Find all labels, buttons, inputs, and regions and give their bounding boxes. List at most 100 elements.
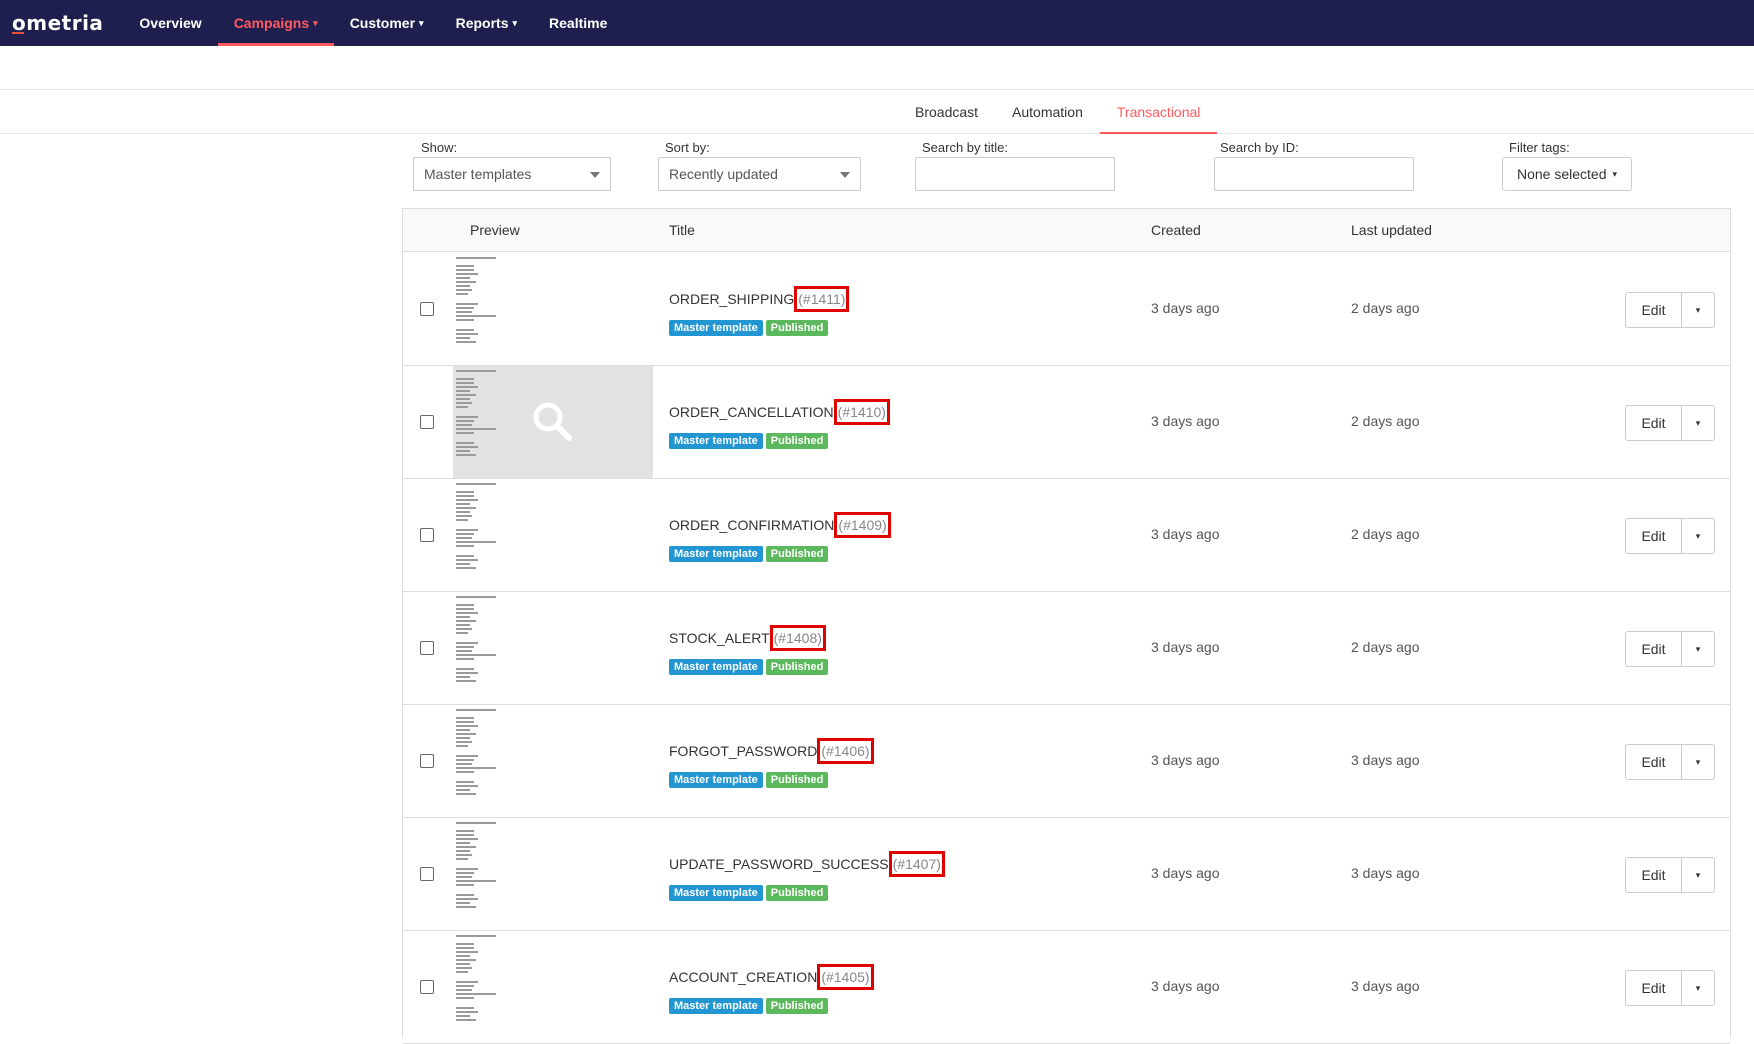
preview-line xyxy=(456,850,470,852)
edit-button[interactable]: Edit xyxy=(1625,518,1682,554)
preview-line xyxy=(456,767,496,769)
sort-select[interactable]: Recently updated xyxy=(658,157,861,191)
edit-button[interactable]: Edit xyxy=(1625,631,1682,667)
preview-line xyxy=(456,382,474,384)
search-id-input[interactable] xyxy=(1214,157,1414,191)
edit-button[interactable]: Edit xyxy=(1625,970,1682,1006)
preview-line xyxy=(456,1011,478,1013)
preview-line xyxy=(456,559,478,561)
template-title[interactable]: STOCK_ALERT (#1408) xyxy=(669,625,826,651)
edit-button[interactable]: Edit xyxy=(1625,857,1682,893)
preview-line xyxy=(456,650,472,652)
nav-customer[interactable]: Customer ▾ xyxy=(334,0,440,46)
search-title-label: Search by title: xyxy=(922,140,1008,155)
template-preview[interactable] xyxy=(453,931,653,1043)
filter-tags-dropdown[interactable]: None selected ▾ xyxy=(1502,157,1633,191)
filter-bar: Show: Master templates Sort by: Recently… xyxy=(413,140,1733,195)
preview-line xyxy=(456,620,476,622)
template-title[interactable]: ORDER_SHIPPING (#1411) xyxy=(669,286,850,312)
col-created[interactable]: Created xyxy=(1151,222,1201,238)
edit-button[interactable]: Edit xyxy=(1625,292,1682,328)
row-checkbox[interactable] xyxy=(420,415,434,429)
preview-line xyxy=(456,293,468,295)
chevron-down-icon[interactable]: ▾ xyxy=(1682,405,1715,441)
tab-automation[interactable]: Automation xyxy=(995,90,1100,133)
preview-line xyxy=(456,604,474,606)
preview-line xyxy=(456,273,478,275)
chevron-down-icon: ▾ xyxy=(419,17,424,28)
template-preview[interactable] xyxy=(453,479,653,591)
edit-button[interactable]: Edit xyxy=(1625,744,1682,780)
preview-line xyxy=(456,311,472,313)
row-checkbox[interactable] xyxy=(420,980,434,994)
updated-date: 2 days ago xyxy=(1351,413,1420,429)
template-name: ORDER_CONFIRMATION xyxy=(669,517,835,533)
nav-overview[interactable]: Overview xyxy=(123,0,217,46)
updated-date: 3 days ago xyxy=(1351,752,1420,768)
preview-line xyxy=(456,1007,474,1009)
edit-button-group: Edit ▾ xyxy=(1625,518,1715,554)
template-preview[interactable] xyxy=(453,705,653,817)
chevron-down-icon[interactable]: ▾ xyxy=(1682,292,1715,328)
template-name: ACCOUNT_CREATION xyxy=(669,969,818,985)
preview-line xyxy=(456,454,476,456)
updated-date: 3 days ago xyxy=(1351,978,1420,994)
ometria-logo[interactable]: ometria xyxy=(12,11,103,35)
row-checkbox[interactable] xyxy=(420,754,434,768)
template-title[interactable]: UPDATE_PASSWORD_SUCCESS (#1407) xyxy=(669,851,945,877)
table-row: ORDER_CANCELLATION (#1410) Master template… xyxy=(403,366,1730,479)
template-title[interactable]: ORDER_CANCELLATION (#1410) xyxy=(669,399,890,425)
row-checkbox[interactable] xyxy=(420,641,434,655)
nav-realtime[interactable]: Realtime xyxy=(533,0,623,46)
search-title-input[interactable] xyxy=(915,157,1115,191)
preview-line xyxy=(456,612,478,614)
template-name: UPDATE_PASSWORD_SUCCESS xyxy=(669,856,889,872)
row-checkbox[interactable] xyxy=(420,867,434,881)
template-id: (#1410) xyxy=(833,399,890,425)
template-title[interactable]: ORDER_CONFIRMATION (#1409) xyxy=(669,512,891,538)
preview-line xyxy=(456,628,472,630)
preview-line xyxy=(456,642,478,644)
template-preview[interactable] xyxy=(453,818,653,930)
preview-line xyxy=(456,424,472,426)
master-template-badge: Master template xyxy=(669,320,763,336)
preview-line xyxy=(456,789,470,791)
template-title[interactable]: FORGOT_PASSWORD (#1406) xyxy=(669,738,874,764)
chevron-down-icon[interactable]: ▾ xyxy=(1682,631,1715,667)
chevron-down-icon[interactable]: ▾ xyxy=(1682,744,1715,780)
edit-button-group: Edit ▾ xyxy=(1625,405,1715,441)
template-preview[interactable] xyxy=(453,592,653,704)
col-title[interactable]: Title xyxy=(669,222,695,238)
row-checkbox[interactable] xyxy=(420,302,434,316)
preview-line xyxy=(456,402,472,404)
tab-transactional[interactable]: Transactional xyxy=(1099,90,1218,134)
template-preview[interactable] xyxy=(453,366,653,478)
preview-line xyxy=(456,257,496,259)
chevron-down-icon[interactable]: ▾ xyxy=(1682,518,1715,554)
preview-line xyxy=(456,555,474,557)
chevron-down-icon[interactable]: ▾ xyxy=(1682,970,1715,1006)
preview-line xyxy=(456,285,470,287)
master-template-badge: Master template xyxy=(669,659,763,675)
row-checkbox[interactable] xyxy=(420,528,434,542)
created-date: 3 days ago xyxy=(1151,526,1220,542)
preview-line xyxy=(456,884,474,886)
show-label: Show: xyxy=(421,140,458,155)
template-title[interactable]: ACCOUNT_CREATION (#1405) xyxy=(669,964,874,990)
edit-button[interactable]: Edit xyxy=(1625,405,1682,441)
preview-line xyxy=(456,624,470,626)
tab-broadcast[interactable]: Broadcast xyxy=(898,90,995,133)
preview-line xyxy=(456,519,468,521)
nav-reports[interactable]: Reports ▾ xyxy=(440,0,533,46)
template-preview[interactable] xyxy=(453,253,653,365)
preview-line xyxy=(456,378,474,380)
preview-line xyxy=(456,503,470,505)
nav-campaigns[interactable]: Campaigns ▾ xyxy=(217,0,334,46)
col-last-updated[interactable]: Last updated xyxy=(1351,222,1432,238)
preview-line xyxy=(456,654,496,656)
preview-line xyxy=(456,763,472,765)
template-name: FORGOT_PASSWORD xyxy=(669,743,818,759)
preview-line xyxy=(456,289,472,291)
chevron-down-icon[interactable]: ▾ xyxy=(1682,857,1715,893)
show-select[interactable]: Master templates xyxy=(413,157,611,191)
